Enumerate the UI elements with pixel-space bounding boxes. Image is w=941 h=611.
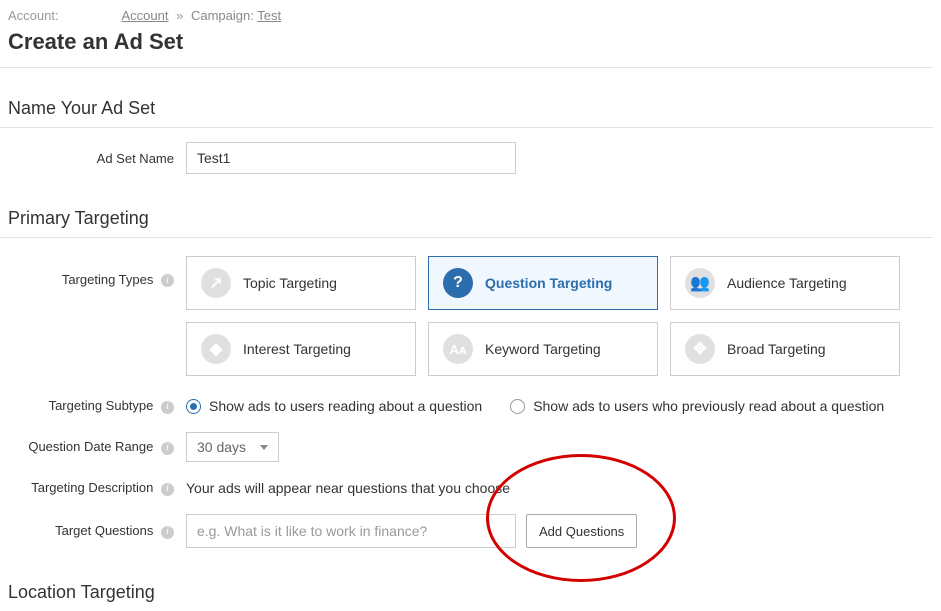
info-icon[interactable]: i <box>161 526 174 539</box>
audience-icon: 👥 <box>685 268 715 298</box>
dropdown-value: 30 days <box>197 439 246 455</box>
targeting-type-label: Keyword Targeting <box>485 341 601 357</box>
targeting-type-label: Question Targeting <box>485 275 612 291</box>
info-icon[interactable]: i <box>161 401 174 414</box>
breadcrumb-account-label: Account: <box>8 8 59 23</box>
section-title-primary: Primary Targeting <box>0 178 941 237</box>
ad-set-name-input[interactable] <box>186 142 516 174</box>
breadcrumb-account-link[interactable]: Account <box>122 8 169 23</box>
targeting-type-topic[interactable]: ↗ Topic Targeting <box>186 256 416 310</box>
broad-icon: ✥ <box>685 334 715 364</box>
radio-icon <box>186 399 201 414</box>
targeting-description-text: Your ads will appear near questions that… <box>186 480 510 496</box>
targeting-type-broad[interactable]: ✥ Broad Targeting <box>670 322 900 376</box>
date-range-label: Question Date Range <box>28 439 153 454</box>
breadcrumb-campaign-link[interactable]: Test <box>257 8 281 23</box>
keyword-icon: Aᴀ <box>443 334 473 364</box>
targeting-type-interest[interactable]: ◆ Interest Targeting <box>186 322 416 376</box>
breadcrumb-campaign-label: Campaign: <box>191 8 254 23</box>
subtype-radio-reading[interactable]: Show ads to users reading about a questi… <box>186 398 482 414</box>
placeholder-text: e.g. What is it like to work in finance? <box>197 523 427 539</box>
info-icon[interactable]: i <box>161 442 174 455</box>
targeting-types-label: Targeting Types <box>62 272 154 287</box>
targeting-type-question[interactable]: ? Question Targeting <box>428 256 658 310</box>
target-questions-input[interactable]: e.g. What is it like to work in finance? <box>186 514 516 548</box>
targeting-description-label: Targeting Description <box>31 480 153 495</box>
subtype-radio-previously[interactable]: Show ads to users who previously read ab… <box>510 398 884 414</box>
date-range-dropdown[interactable]: 30 days <box>186 432 279 462</box>
targeting-type-label: Broad Targeting <box>727 341 826 357</box>
radio-icon <box>510 399 525 414</box>
targeting-type-label: Topic Targeting <box>243 275 337 291</box>
breadcrumb: Account: Account » Campaign: Test <box>0 0 941 27</box>
targeting-subtype-label: Targeting Subtype <box>49 398 154 413</box>
radio-label: Show ads to users who previously read ab… <box>533 398 884 414</box>
interest-icon: ◆ <box>201 334 231 364</box>
section-title-name: Name Your Ad Set <box>0 68 941 127</box>
trend-icon: ↗ <box>201 268 231 298</box>
radio-label: Show ads to users reading about a questi… <box>209 398 482 414</box>
breadcrumb-separator: » <box>176 8 183 23</box>
target-questions-label: Target Questions <box>55 523 153 538</box>
targeting-type-label: Interest Targeting <box>243 341 351 357</box>
add-questions-button[interactable]: Add Questions <box>526 514 637 548</box>
page-title: Create an Ad Set <box>0 27 941 67</box>
targeting-type-keyword[interactable]: Aᴀ Keyword Targeting <box>428 322 658 376</box>
targeting-type-label: Audience Targeting <box>727 275 847 291</box>
info-icon[interactable]: i <box>161 274 174 287</box>
question-icon: ? <box>443 268 473 298</box>
targeting-type-audience[interactable]: 👥 Audience Targeting <box>670 256 900 310</box>
info-icon[interactable]: i <box>161 483 174 496</box>
section-title-location: Location Targeting <box>0 552 941 611</box>
ad-set-name-label: Ad Set Name <box>8 151 186 166</box>
caret-down-icon <box>260 445 268 450</box>
